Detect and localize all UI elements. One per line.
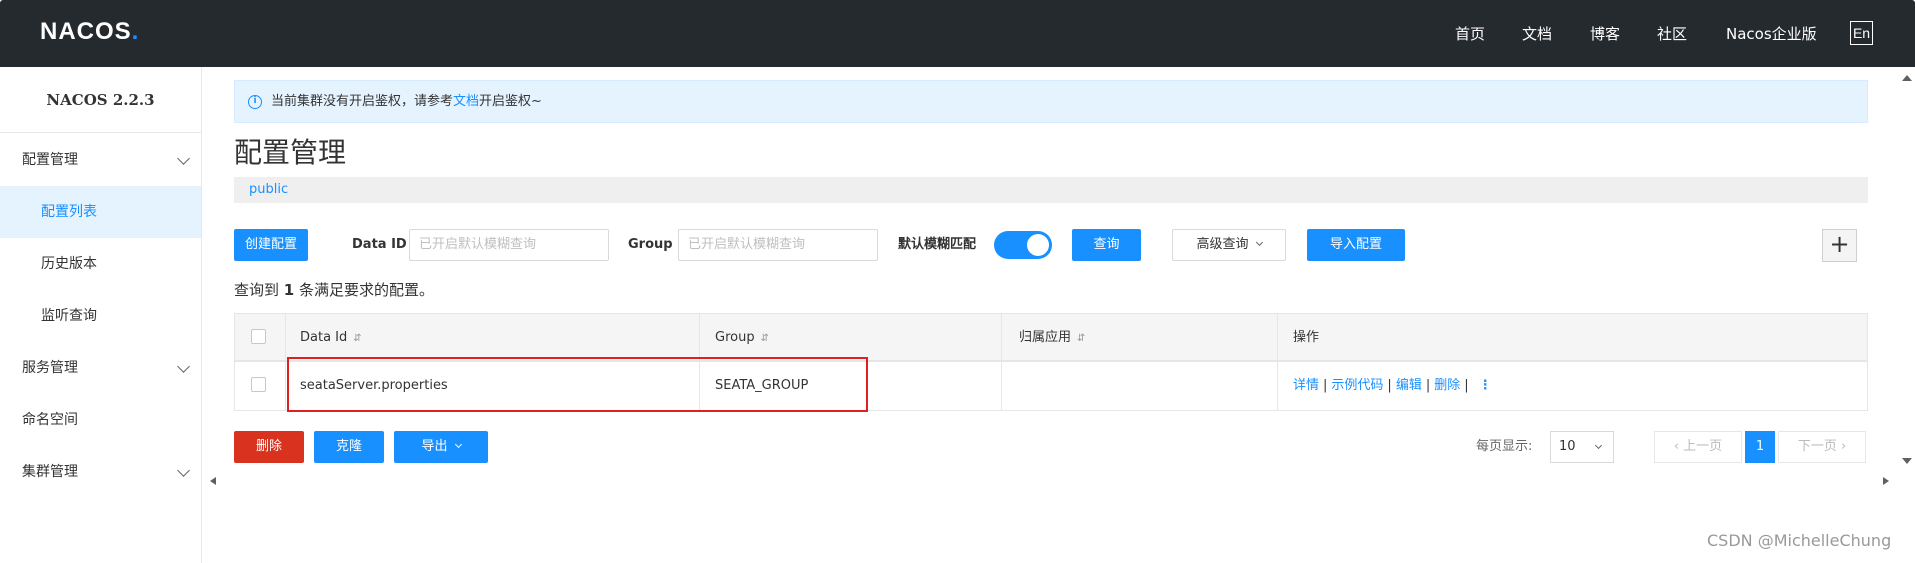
sidebar-item-namespace[interactable]: 命名空间	[0, 394, 201, 446]
sidebar-item-listener-query[interactable]: 监听查询	[0, 290, 201, 342]
cell-operations: 详情 | 示例代码 | 编辑 | 删除 | ⋮	[1293, 378, 1492, 393]
watermark: CSDN @MichelleChung	[1707, 531, 1892, 550]
delete-link[interactable]: 删除	[1434, 378, 1460, 393]
sidebar-item-history[interactable]: 历史版本	[0, 238, 201, 290]
fuzzy-match-toggle[interactable]	[994, 231, 1052, 259]
namespace-tab-public[interactable]: public	[249, 177, 288, 203]
horizontal-scrollbar[interactable]	[206, 472, 1893, 490]
sidebar-item-config-list[interactable]: 配置列表	[0, 186, 201, 238]
nacos-logo[interactable]: NACOS.	[40, 18, 139, 46]
page-title: 配置管理	[234, 136, 347, 169]
sidebar-item-config-management[interactable]: 配置管理	[0, 134, 201, 186]
vertical-scrollbar[interactable]	[1898, 67, 1915, 472]
advanced-query-button[interactable]: 高级查询	[1172, 229, 1286, 261]
dataid-input[interactable]: 已开启默认模糊查询	[409, 229, 609, 261]
fuzzy-match-label: 默认模糊匹配	[898, 237, 977, 252]
scroll-up-icon	[1902, 75, 1912, 81]
query-button[interactable]: 查询	[1072, 229, 1141, 261]
auth-notice: i 当前集群没有开启鉴权，请参考文档开启鉴权~	[234, 80, 1868, 123]
scroll-down-icon	[1902, 458, 1912, 464]
version-label: NACOS 2.2.3	[0, 67, 201, 133]
language-switch-button[interactable]: En	[1850, 21, 1873, 45]
nav-blog[interactable]: 博客	[1590, 23, 1620, 44]
delete-button[interactable]: 删除	[234, 431, 304, 463]
result-summary: 查询到 1 条满足要求的配置。	[234, 281, 435, 299]
top-navbar: NACOS. 首页 文档 博客 社区 Nacos企业版 En	[0, 0, 1915, 67]
group-input[interactable]: 已开启默认模糊查询	[678, 229, 878, 261]
chevron-down-icon	[177, 152, 190, 165]
import-config-button[interactable]: 导入配置	[1307, 229, 1405, 261]
select-all-checkbox[interactable]	[251, 329, 266, 344]
page-1-button[interactable]: 1	[1745, 431, 1775, 463]
page-size-label: 每页显示:	[1476, 439, 1533, 454]
nav-docs[interactable]: 文档	[1522, 23, 1552, 44]
info-icon: i	[248, 95, 262, 109]
sidebar: NACOS 2.2.3 配置管理 配置列表 历史版本 监听查询 服务管理 命名空…	[0, 67, 202, 563]
export-button[interactable]: 导出	[394, 431, 488, 463]
detail-link[interactable]: 详情	[1293, 378, 1319, 393]
sidebar-item-service-management[interactable]: 服务管理	[0, 342, 201, 394]
column-header-group[interactable]: Group ⇵	[715, 314, 769, 362]
nav-community[interactable]: 社区	[1657, 23, 1687, 44]
nav-home[interactable]: 首页	[1455, 23, 1485, 44]
docs-link[interactable]: 文档	[453, 94, 479, 109]
edit-link[interactable]: 编辑	[1396, 378, 1422, 393]
column-header-dataid[interactable]: Data Id ⇵	[300, 314, 362, 362]
nav-enterprise[interactable]: Nacos企业版	[1726, 23, 1817, 44]
chevron-down-icon	[454, 440, 462, 449]
page-size-select[interactable]: 10	[1550, 431, 1614, 463]
scroll-left-icon	[210, 477, 216, 485]
column-header-app[interactable]: 归属应用 ⇵	[1019, 314, 1085, 362]
add-icon[interactable]: +	[1822, 229, 1857, 262]
chevron-down-icon	[177, 464, 190, 477]
dataid-label: Data ID	[352, 237, 407, 252]
clone-button[interactable]: 克隆	[314, 431, 384, 463]
column-header-operations: 操作	[1293, 330, 1320, 345]
chevron-down-icon	[177, 360, 190, 373]
namespace-bar: public	[234, 177, 1868, 203]
highlight-box	[287, 357, 868, 412]
more-icon[interactable]: ⋮	[1479, 378, 1492, 393]
sidebar-item-cluster-management[interactable]: 集群管理	[0, 446, 201, 498]
sort-icon: ⇵	[760, 333, 769, 344]
sort-icon: ⇵	[1077, 333, 1086, 344]
prev-page-button[interactable]: ‹ 上一页	[1654, 431, 1742, 463]
next-page-button[interactable]: 下一页 ›	[1778, 431, 1866, 463]
sample-code-link[interactable]: 示例代码	[1331, 378, 1383, 393]
chevron-down-icon	[1255, 238, 1263, 247]
sort-icon: ⇵	[353, 333, 362, 344]
create-config-button[interactable]: 创建配置	[234, 229, 308, 261]
scroll-right-icon	[1883, 477, 1889, 485]
chevron-down-icon	[1594, 441, 1603, 450]
group-label: Group	[628, 237, 673, 252]
row-checkbox[interactable]	[251, 377, 266, 392]
